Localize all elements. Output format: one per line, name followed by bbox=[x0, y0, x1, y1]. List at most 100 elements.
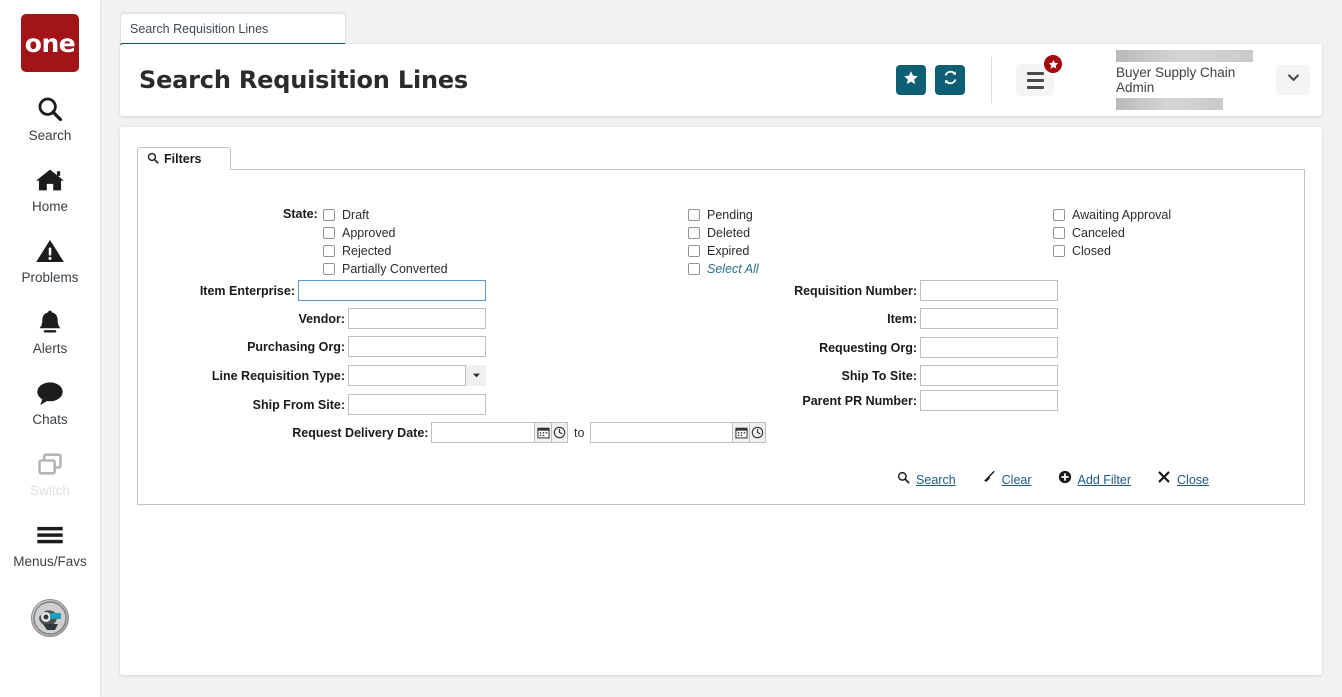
checkbox-box[interactable] bbox=[1053, 245, 1065, 257]
field-label: Purchasing Org: bbox=[247, 340, 345, 354]
vendor-input[interactable] bbox=[348, 308, 486, 329]
state-column-1: Draft Approved Rejected Partially Conver… bbox=[323, 206, 448, 278]
close-x-icon bbox=[1157, 470, 1171, 489]
application-window: one Search Home Problems Alerts bbox=[0, 0, 1342, 697]
sidebar-item-problems[interactable]: Problems bbox=[0, 236, 100, 285]
add-filter-action[interactable]: Add Filter bbox=[1058, 470, 1132, 489]
logo-text: one bbox=[25, 31, 75, 56]
field-label: Ship To Site: bbox=[842, 369, 917, 383]
refresh-button[interactable] bbox=[935, 65, 965, 95]
sidebar-item-chats[interactable]: Chats bbox=[0, 378, 100, 427]
checkbox-label: Closed bbox=[1072, 244, 1111, 258]
field-row-parent-pr-number: Parent PR Number: bbox=[738, 390, 1058, 411]
checkbox-approved[interactable]: Approved bbox=[323, 224, 448, 242]
checkbox-select-all[interactable]: Select All bbox=[688, 260, 759, 278]
checkbox-box[interactable] bbox=[1053, 209, 1065, 221]
checkbox-box[interactable] bbox=[688, 209, 700, 221]
tab-search-requisition-lines[interactable]: Search Requisition Lines bbox=[120, 13, 346, 46]
calendar-icon[interactable] bbox=[733, 422, 749, 443]
state-column-2: Pending Deleted Expired Select All bbox=[688, 206, 759, 278]
checkbox-closed[interactable]: Closed bbox=[1053, 242, 1171, 260]
state-column-3: Awaiting Approval Canceled Closed bbox=[1053, 206, 1171, 260]
plus-circle-icon bbox=[1058, 470, 1072, 489]
search-action[interactable]: Search bbox=[897, 471, 956, 489]
bell-icon bbox=[36, 307, 64, 337]
menu-button[interactable] bbox=[1016, 64, 1054, 96]
filter-actions: Search Clear Add Filter bbox=[897, 470, 1209, 489]
field-row-request-delivery-date: Request Delivery Date: to bbox=[166, 422, 766, 443]
ship-from-site-input[interactable] bbox=[348, 394, 486, 415]
filters-tab[interactable]: Filters bbox=[137, 147, 231, 170]
request-delivery-date-from-input[interactable] bbox=[431, 422, 535, 443]
checkbox-box[interactable] bbox=[1053, 227, 1065, 239]
checkbox-box[interactable] bbox=[688, 227, 700, 239]
checkbox-draft[interactable]: Draft bbox=[323, 206, 448, 224]
sidebar-item-home[interactable]: Home bbox=[0, 165, 100, 214]
requisition-number-input[interactable] bbox=[920, 280, 1058, 301]
parent-pr-number-input[interactable] bbox=[920, 390, 1058, 411]
checkbox-label: Awaiting Approval bbox=[1072, 208, 1171, 222]
sidebar-item-menus-favs[interactable]: Menus/Favs bbox=[0, 520, 100, 569]
broom-icon bbox=[982, 470, 996, 489]
checkbox-box[interactable] bbox=[323, 209, 335, 221]
checkbox-expired[interactable]: Expired bbox=[688, 242, 759, 260]
field-label: Requesting Org: bbox=[819, 341, 917, 355]
user-menu-button[interactable] bbox=[1276, 65, 1310, 95]
clear-action[interactable]: Clear bbox=[982, 470, 1032, 489]
checkbox-canceled[interactable]: Canceled bbox=[1053, 224, 1171, 242]
checkbox-box[interactable] bbox=[323, 245, 335, 257]
sidebar-item-switch[interactable]: Switch bbox=[0, 449, 100, 498]
checkbox-box[interactable] bbox=[323, 263, 335, 275]
checkbox-label: Select All bbox=[707, 262, 759, 276]
checkbox-box[interactable] bbox=[688, 263, 700, 275]
checkbox-partially-converted[interactable]: Partially Converted bbox=[323, 260, 448, 278]
page-header: Search Requisition Lines bbox=[120, 44, 1322, 116]
favorite-button[interactable] bbox=[896, 65, 926, 95]
star-badge-icon bbox=[1042, 53, 1064, 75]
checkbox-deleted[interactable]: Deleted bbox=[688, 224, 759, 242]
page-title: Search Requisition Lines bbox=[139, 66, 468, 94]
field-label: Parent PR Number: bbox=[802, 394, 917, 408]
sidebar-item-label: Switch bbox=[30, 483, 70, 498]
tab-label: Search Requisition Lines bbox=[130, 22, 268, 36]
checkbox-label: Deleted bbox=[707, 226, 750, 240]
checkbox-pending[interactable]: Pending bbox=[688, 206, 759, 224]
avatar[interactable] bbox=[31, 599, 69, 637]
header-divider bbox=[991, 57, 992, 103]
close-action[interactable]: Close bbox=[1157, 470, 1209, 489]
redacted-bar-bottom bbox=[1116, 98, 1223, 110]
user-profile[interactable]: Buyer Supply Chain Admin bbox=[1116, 50, 1256, 110]
line-requisition-type-select[interactable] bbox=[348, 365, 486, 386]
switch-windows-icon bbox=[36, 449, 64, 479]
checkbox-box[interactable] bbox=[688, 245, 700, 257]
requesting-org-input[interactable] bbox=[920, 337, 1058, 358]
ship-to-site-input[interactable] bbox=[920, 365, 1058, 386]
calendar-icon[interactable] bbox=[535, 422, 551, 443]
checkbox-awaiting-approval[interactable]: Awaiting Approval bbox=[1053, 206, 1171, 224]
content-card: Filters State: Draft Approved Rejected bbox=[120, 127, 1322, 675]
item-enterprise-input[interactable] bbox=[298, 280, 486, 301]
checkbox-label: Pending bbox=[707, 208, 753, 222]
clock-icon[interactable] bbox=[552, 422, 568, 443]
sidebar-item-search[interactable]: Search bbox=[0, 94, 100, 143]
redacted-bar-top bbox=[1116, 50, 1253, 62]
request-delivery-date-to-input[interactable] bbox=[590, 422, 733, 443]
purchasing-org-input[interactable] bbox=[348, 336, 486, 357]
field-label: Vendor: bbox=[298, 312, 345, 326]
filters-tab-label: Filters bbox=[164, 152, 202, 166]
app-logo[interactable]: one bbox=[21, 14, 79, 72]
item-input[interactable] bbox=[920, 308, 1058, 329]
checkbox-label: Expired bbox=[707, 244, 749, 258]
checkbox-label: Rejected bbox=[342, 244, 391, 258]
clear-action-label: Clear bbox=[1002, 473, 1032, 487]
hamburger-icon bbox=[35, 520, 65, 550]
checkbox-rejected[interactable]: Rejected bbox=[323, 242, 448, 260]
checkbox-label: Draft bbox=[342, 208, 369, 222]
field-row-requisition-number: Requisition Number: bbox=[738, 280, 1058, 301]
clock-icon[interactable] bbox=[750, 422, 766, 443]
search-icon bbox=[897, 471, 910, 489]
add-filter-action-label: Add Filter bbox=[1078, 473, 1132, 487]
checkbox-box[interactable] bbox=[323, 227, 335, 239]
search-icon bbox=[147, 152, 159, 167]
sidebar-item-alerts[interactable]: Alerts bbox=[0, 307, 100, 356]
